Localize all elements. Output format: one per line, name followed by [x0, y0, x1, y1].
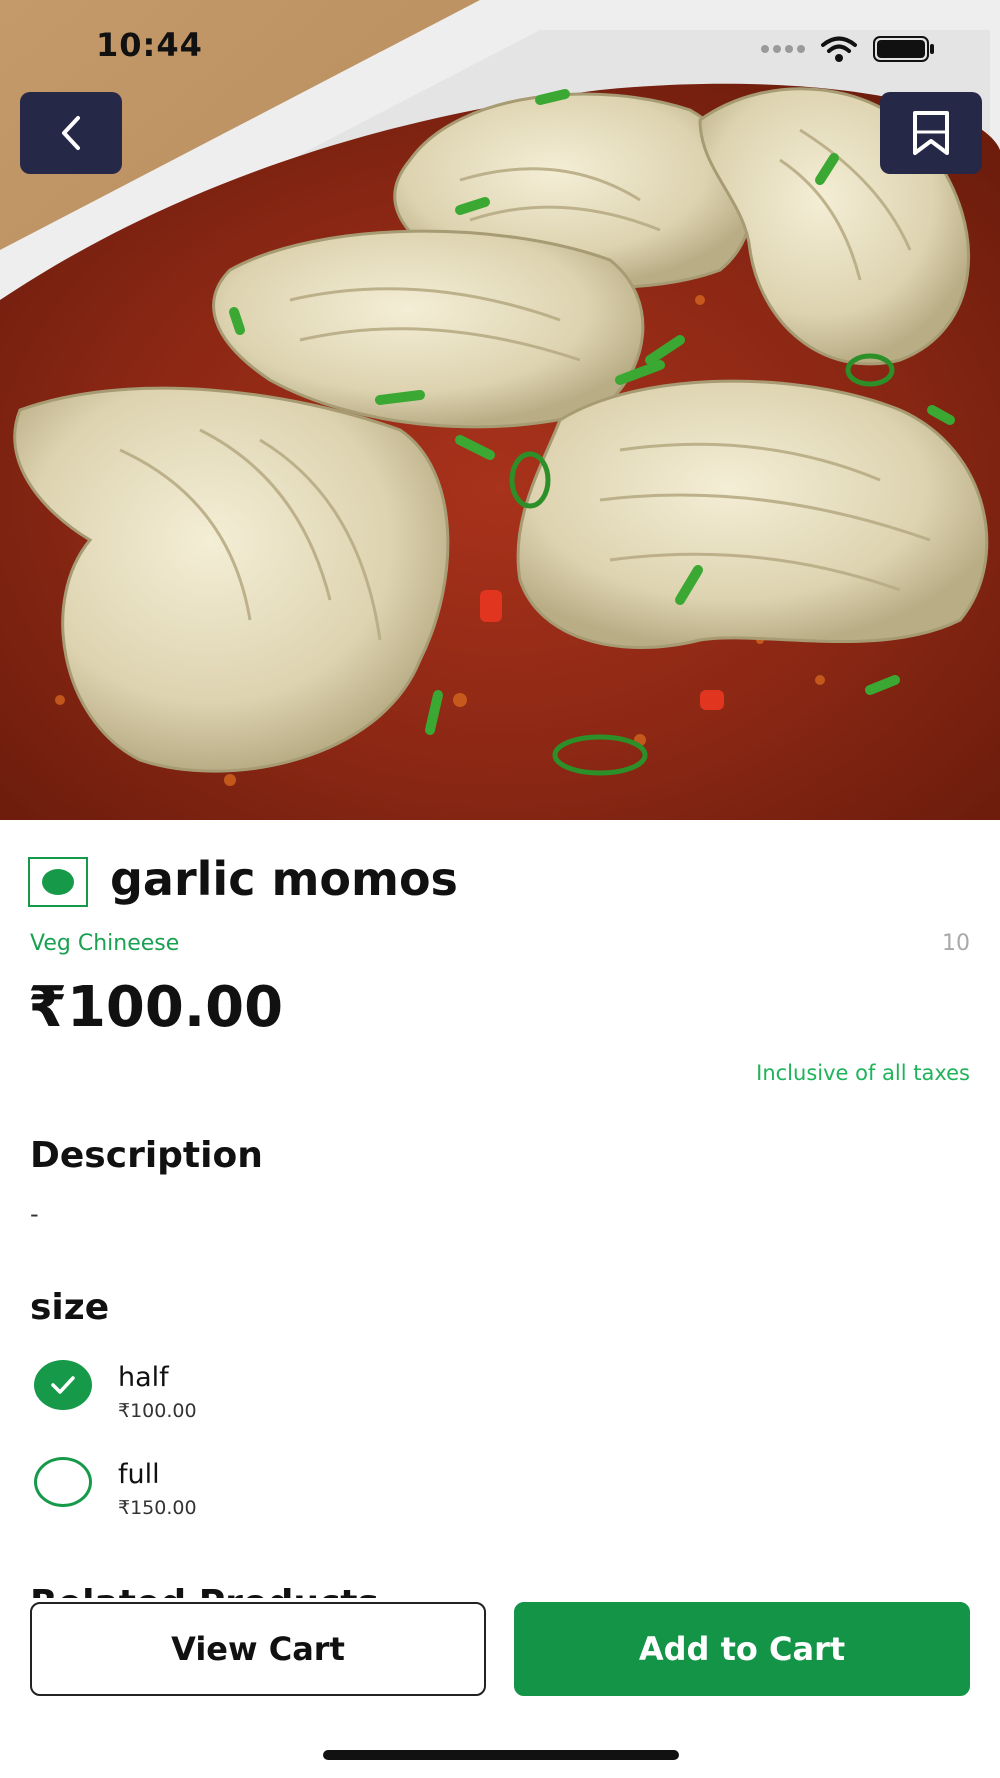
product-count: 10: [942, 931, 970, 956]
size-option-label: half: [118, 1362, 169, 1393]
add-to-cart-button[interactable]: Add to Cart: [514, 1602, 970, 1696]
product-image: 10:44: [0, 0, 1000, 820]
battery-icon: [873, 36, 934, 62]
chevron-left-icon: [62, 116, 80, 150]
status-time: 10:44: [96, 26, 203, 64]
size-option-half[interactable]: half ₹100.00: [34, 1358, 534, 1434]
size-option-price: ₹100.00: [118, 1400, 197, 1422]
veg-indicator: [28, 857, 88, 907]
view-cart-button[interactable]: View Cart: [30, 1602, 486, 1696]
wifi-icon: [821, 36, 857, 62]
bottom-action-bar: View Cart Add to Cart: [0, 1598, 1000, 1778]
size-heading: size: [30, 1287, 110, 1328]
product-price: ₹100.00: [28, 975, 284, 1040]
home-indicator[interactable]: [323, 1750, 679, 1760]
momos-photo: [0, 0, 1000, 820]
bookmark-icon: [913, 111, 949, 155]
description-text: -: [30, 1200, 39, 1228]
description-heading: Description: [30, 1135, 263, 1176]
product-category: Veg Chineese: [30, 931, 180, 956]
product-title: garlic momos: [110, 852, 458, 906]
checkmark-icon: [51, 1376, 75, 1394]
status-bar: 10:44: [0, 0, 1000, 90]
back-button[interactable]: [20, 92, 122, 174]
size-option-price: ₹150.00: [118, 1497, 197, 1519]
radio-checked[interactable]: [34, 1360, 92, 1410]
status-icons: [760, 34, 936, 64]
size-option-full[interactable]: full ₹150.00: [34, 1455, 534, 1531]
bookmark-button[interactable]: [880, 92, 982, 174]
signal-dots-icon: [761, 45, 805, 53]
tax-note: Inclusive of all taxes: [756, 1061, 970, 1085]
size-option-label: full: [118, 1459, 160, 1490]
veg-dot-icon: [42, 869, 74, 895]
radio-unchecked[interactable]: [34, 1457, 92, 1507]
